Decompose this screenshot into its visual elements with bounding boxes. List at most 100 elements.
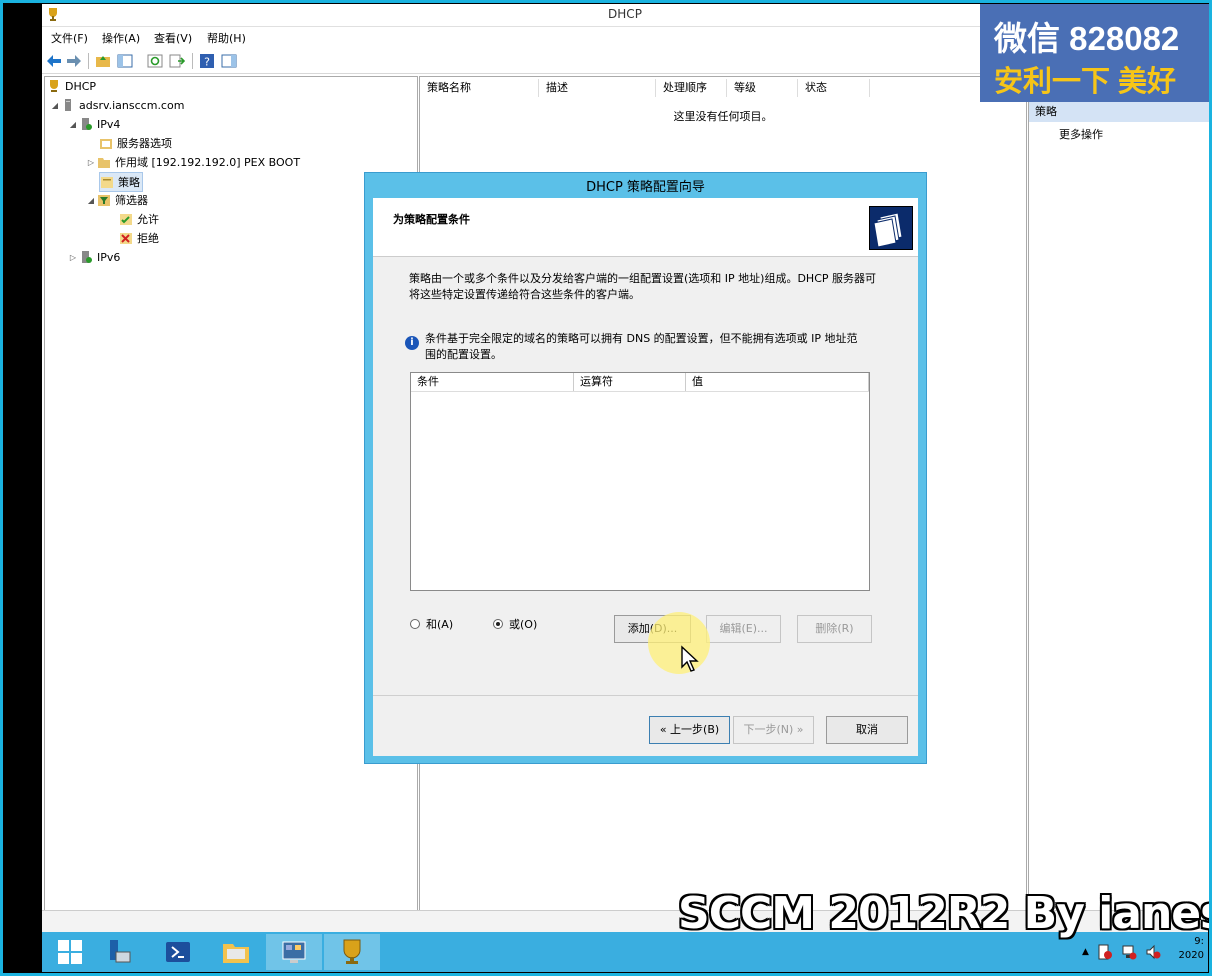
tree-label: 拒绝 <box>137 232 159 245</box>
ipv6-icon <box>82 251 92 263</box>
watermark-line-2: 安利一下 美好 <box>994 66 1177 98</box>
collapse-arrow-icon[interactable]: ◢ <box>49 101 61 110</box>
action-pane-icon[interactable] <box>220 52 238 70</box>
tree-label: IPv6 <box>97 250 121 264</box>
cursor-highlight <box>648 612 710 674</box>
show-hide-tree-icon[interactable] <box>116 52 134 70</box>
menu-action[interactable]: 操作(A) <box>102 30 140 46</box>
forward-arrow-icon[interactable] <box>65 52 83 70</box>
server-options-icon <box>100 139 112 149</box>
clock-date: 2020 <box>1178 950 1204 961</box>
toolbar-separator <box>192 53 193 69</box>
dialog-title: DHCP 策略配置向导 <box>586 180 705 195</box>
svg-text:?: ? <box>204 56 210 69</box>
mouse-pointer-icon <box>681 645 699 672</box>
column-header-status[interactable]: 状态 <box>798 79 870 97</box>
export-list-icon[interactable] <box>168 52 186 70</box>
action-center-icon[interactable] <box>1097 944 1113 960</box>
back-button[interactable]: « 上一步(B) <box>649 716 730 744</box>
tree-item-allow[interactable]: 允许 <box>119 210 159 228</box>
next-button[interactable]: 下一步(N) » <box>733 716 814 744</box>
tree-label: 策略 <box>118 176 140 189</box>
tree-item-dhcp[interactable]: DHCP <box>47 77 96 95</box>
dhcp-taskbar-button[interactable] <box>324 934 380 970</box>
actions-section-policies[interactable]: 策略 <box>1029 102 1209 122</box>
system-tray: ▲ <box>1082 938 1161 966</box>
dialog-separator <box>373 695 918 696</box>
info-icon: i <box>405 336 419 350</box>
column-header-operator[interactable]: 运算符 <box>574 373 686 391</box>
dialog-description: 策略由一个或多个条件以及分发给客户端的一组配置设置(选项和 IP 地址)组成。D… <box>409 272 877 301</box>
collapse-arrow-icon[interactable]: ◢ <box>85 196 97 205</box>
file-explorer-button[interactable] <box>208 934 264 970</box>
dhcp-trophy-icon <box>50 80 58 92</box>
deny-icon <box>120 233 132 244</box>
radio-or-label: 或(O) <box>509 618 538 631</box>
help-icon[interactable]: ? <box>198 52 216 70</box>
allow-icon <box>120 214 132 225</box>
console-tree: DHCP ◢ adsrv.iansccm.com ◢ IPv4 服务器选项 ▷ … <box>44 76 418 912</box>
column-header-value[interactable]: 值 <box>686 373 869 391</box>
column-header-condition[interactable]: 条件 <box>411 373 574 391</box>
powershell-button[interactable] <box>150 934 206 970</box>
expand-arrow-icon[interactable]: ▷ <box>67 253 79 262</box>
control-panel-icon <box>282 941 306 963</box>
volume-icon[interactable] <box>1145 944 1161 960</box>
tree-item-filters[interactable]: ◢ 筛选器 <box>85 191 148 209</box>
up-folder-icon[interactable] <box>94 52 112 70</box>
tree-item-scope[interactable]: ▷ 作用域 [192.192.192.0] PEX BOOT <box>85 153 300 171</box>
folder-icon <box>223 944 249 963</box>
radio-and-button[interactable] <box>410 619 420 629</box>
delete-button[interactable]: 删除(R) <box>797 615 872 643</box>
filter-icon <box>98 195 110 206</box>
tree-label: 服务器选项 <box>117 137 172 150</box>
dialog-body: 为策略配置条件 策略由一个或多个条件以及分发给客户端的一组配置设置(选项和 IP… <box>373 198 918 756</box>
radio-and[interactable]: 和(A) <box>410 616 453 632</box>
menu-file[interactable]: 文件(F) <box>51 30 88 46</box>
column-header-level[interactable]: 等级 <box>727 79 798 97</box>
tree-item-ipv4[interactable]: ◢ IPv4 <box>67 115 120 133</box>
tree-item-ipv6[interactable]: ▷ IPv6 <box>67 248 120 266</box>
wizard-folders-icon <box>869 206 913 250</box>
tree-label: 允许 <box>137 213 159 226</box>
collapse-arrow-icon[interactable]: ◢ <box>67 120 79 129</box>
actions-pane: 操 策略 更多操作 <box>1028 76 1209 910</box>
server-manager-icon <box>110 940 131 963</box>
empty-list-message: 这里没有任何项目。 <box>673 110 773 123</box>
radio-or-button[interactable] <box>493 619 503 629</box>
refresh-icon[interactable] <box>146 52 164 70</box>
dialog-header: 为策略配置条件 <box>373 198 918 257</box>
tree-item-deny[interactable]: 拒绝 <box>119 229 159 247</box>
dialog-info-text: 条件基于完全限定的域名的策略可以拥有 DNS 的配置设置，但不能拥有选项或 IP… <box>425 332 858 361</box>
edit-button[interactable]: 编辑(E)... <box>706 615 781 643</box>
column-header-policy-name[interactable]: 策略名称 <box>420 79 539 97</box>
start-button[interactable] <box>42 934 98 970</box>
more-actions-link[interactable]: 更多操作 <box>1059 126 1103 142</box>
expand-arrow-icon[interactable]: ▷ <box>85 158 97 167</box>
cancel-button[interactable]: 取消 <box>826 716 908 744</box>
control-panel-button[interactable] <box>266 934 322 970</box>
powershell-icon <box>166 942 190 962</box>
folder-icon <box>98 158 110 168</box>
radio-and-label: 和(A) <box>426 618 454 631</box>
tree-item-server-options[interactable]: 服务器选项 <box>99 134 172 152</box>
network-icon[interactable] <box>1121 944 1137 960</box>
toolbar-separator <box>88 53 89 69</box>
radio-or[interactable]: 或(O) <box>493 616 537 632</box>
windows-logo-icon <box>58 940 82 964</box>
server-manager-button[interactable] <box>92 934 148 970</box>
column-header-processing-order[interactable]: 处理顺序 <box>656 79 727 97</box>
tree-item-policies[interactable]: 策略 <box>99 172 143 192</box>
menu-help[interactable]: 帮助(H) <box>207 30 246 46</box>
watermark-banner: 微信 828082 安利一下 美好 <box>980 4 1212 102</box>
back-arrow-icon[interactable] <box>45 52 63 70</box>
tree-label: 作用域 [192.192.192.0] PEX BOOT <box>115 156 301 169</box>
conditions-table[interactable]: 条件 运算符 值 <box>410 372 870 591</box>
tray-expand-icon[interactable]: ▲ <box>1082 947 1089 957</box>
menu-view[interactable]: 查看(V) <box>154 30 192 46</box>
tree-label: 筛选器 <box>115 194 148 207</box>
taskbar-clock[interactable]: 9: 2020 <box>1174 935 1204 963</box>
column-header-description[interactable]: 描述 <box>539 79 656 97</box>
tree-item-server[interactable]: ◢ adsrv.iansccm.com <box>49 96 185 114</box>
dialog-heading: 为策略配置条件 <box>393 213 470 226</box>
